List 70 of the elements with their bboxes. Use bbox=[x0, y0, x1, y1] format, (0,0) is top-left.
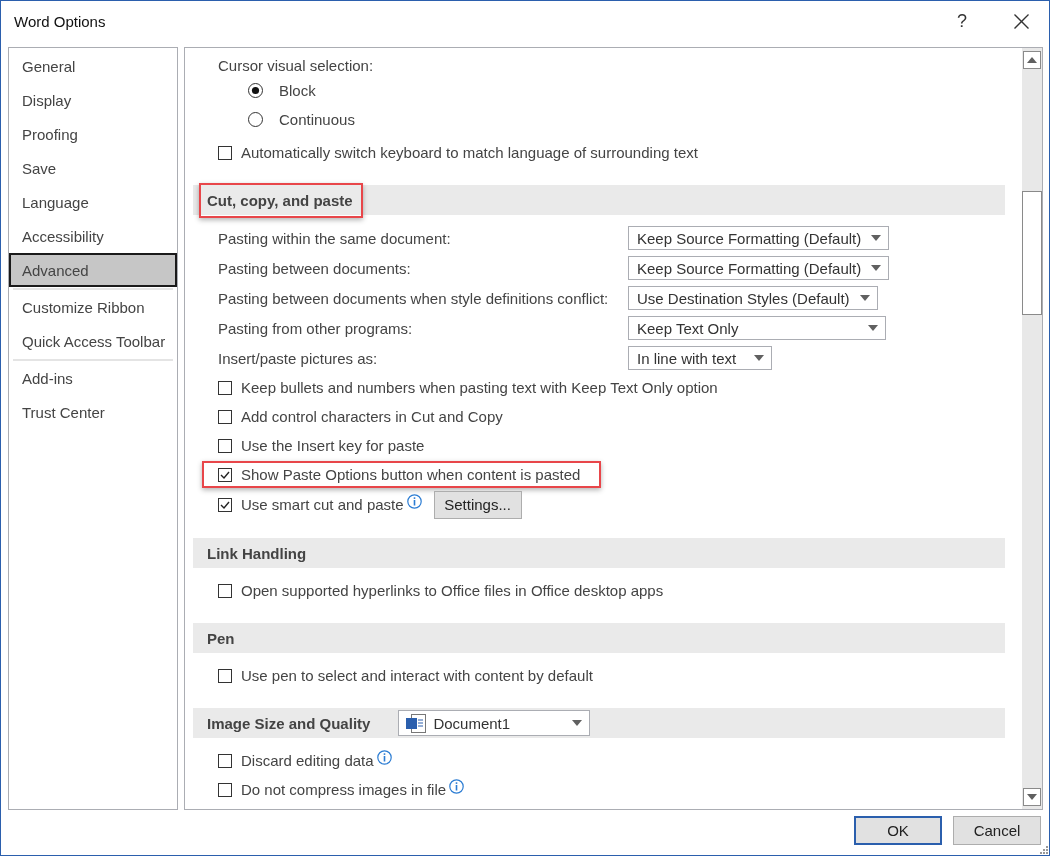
dialog-button[interactable]: OK bbox=[854, 816, 942, 845]
option-label: Do not compress images in file bbox=[241, 781, 447, 798]
caret-down-icon bbox=[1027, 794, 1037, 800]
option-label: Insert/paste pictures as: bbox=[218, 349, 379, 367]
option-label: Use smart cut and paste bbox=[241, 496, 404, 513]
option-label: Automatically switch keyboard to match language of surrounding text bbox=[241, 144, 698, 161]
dialog-button[interactable]: Cancel bbox=[953, 816, 1041, 845]
dropdown[interactable]: Keep Text Only bbox=[628, 316, 886, 340]
sidebar-item[interactable]: Save bbox=[9, 151, 177, 185]
sidebar-item[interactable]: Trust Center bbox=[9, 395, 177, 429]
checkbox[interactable] bbox=[218, 668, 232, 683]
option-label: Pasting between documents: bbox=[218, 259, 412, 277]
dropdown[interactable]: Use Destination Styles (Default) bbox=[628, 286, 878, 310]
close-icon bbox=[1013, 13, 1029, 29]
dropdown-arrow-icon bbox=[859, 295, 870, 301]
sidebar-item[interactable]: Quick Access Toolbar bbox=[9, 324, 177, 358]
section-title: Image Size and Quality bbox=[207, 714, 371, 732]
option-label: Pasting from other programs: bbox=[218, 319, 414, 337]
option-label: Cursor visual selection: bbox=[218, 56, 374, 74]
dropdown-arrow-icon bbox=[868, 325, 878, 331]
sidebar-item[interactable]: Language bbox=[9, 185, 177, 219]
option-label: Pasting between documents when style definitions conflict: bbox=[218, 289, 610, 307]
dropdown[interactable]: Keep Source Formatting (Default) bbox=[628, 256, 890, 280]
option-label: Discard editing data bbox=[241, 752, 374, 769]
sidebar-item[interactable]: Accessibility bbox=[9, 219, 177, 253]
sidebar-item[interactable]: Advanced bbox=[9, 253, 177, 287]
dialog-title: Word Options bbox=[14, 12, 106, 30]
checkbox[interactable] bbox=[218, 438, 232, 453]
checkbox[interactable] bbox=[218, 145, 232, 160]
sidebar-item[interactable]: Customize Ribbon bbox=[9, 290, 177, 324]
checkbox[interactable] bbox=[218, 583, 232, 598]
section-title: Cut, copy, and paste bbox=[207, 191, 353, 209]
section-title: Pen bbox=[207, 629, 235, 647]
checkbox[interactable] bbox=[218, 409, 232, 424]
resize-grip-icon[interactable] bbox=[1040, 846, 1048, 854]
section-title: Link Handling bbox=[207, 544, 307, 562]
dropdown-arrow-icon bbox=[754, 355, 764, 361]
dropdown-arrow-icon bbox=[871, 235, 882, 241]
radio-button[interactable] bbox=[248, 112, 263, 127]
checkbox[interactable] bbox=[218, 753, 232, 768]
sidebar-item[interactable]: Add-ins bbox=[9, 361, 177, 395]
checkbox[interactable] bbox=[218, 467, 232, 482]
dropdown[interactable]: Keep Source Formatting (Default) bbox=[628, 226, 890, 250]
option-label: Add control characters in Cut and Copy bbox=[241, 408, 503, 425]
dropdown-arrow-icon bbox=[871, 265, 882, 271]
checkbox[interactable] bbox=[218, 497, 232, 512]
option-label: Open supported hyperlinks to Office files in Office desktop apps bbox=[241, 582, 664, 599]
option-label: Block bbox=[279, 82, 316, 99]
checkbox[interactable] bbox=[218, 380, 232, 395]
option-label: Keep bullets and numbers when pasting text with Keep Text Only option bbox=[241, 379, 718, 396]
sidebar-item[interactable]: General bbox=[9, 49, 177, 83]
option-label: Show Paste Options button when content is pasted bbox=[241, 466, 581, 483]
option-label: Continuous bbox=[279, 111, 355, 128]
scroll-up-button[interactable] bbox=[1023, 51, 1041, 69]
radio-button[interactable] bbox=[248, 83, 263, 98]
option-label: Use pen to select and interact with content by default bbox=[241, 667, 593, 684]
dropdown-arrow-icon bbox=[572, 720, 583, 726]
scrollbar-thumb[interactable] bbox=[1022, 191, 1042, 315]
dropdown[interactable]: Document1 bbox=[398, 710, 591, 736]
scroll-down-button[interactable] bbox=[1023, 788, 1041, 806]
help-button[interactable]: ? bbox=[944, 5, 980, 37]
caret-up-icon bbox=[1027, 57, 1037, 63]
document-icon bbox=[406, 713, 427, 733]
checkbox[interactable] bbox=[218, 782, 232, 797]
settings-button[interactable]: Settings... bbox=[433, 490, 522, 519]
dropdown[interactable]: In line with text bbox=[628, 346, 772, 370]
option-label: Pasting within the same document: bbox=[218, 229, 452, 247]
sidebar-item[interactable]: Display bbox=[9, 83, 177, 117]
option-label: Use the Insert key for paste bbox=[241, 437, 425, 454]
sidebar-item[interactable]: Proofing bbox=[9, 117, 177, 151]
